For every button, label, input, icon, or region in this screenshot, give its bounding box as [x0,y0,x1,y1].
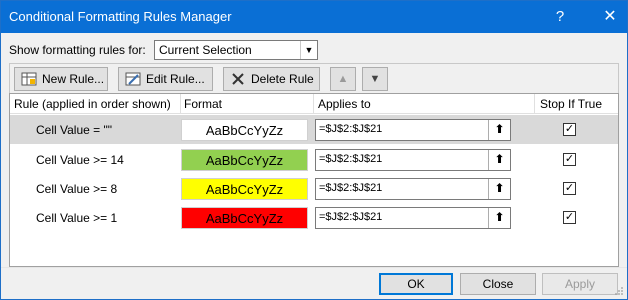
header-divider [180,94,181,114]
rules-toolbar: New Rule... Edit Rule... Delete Rule ▲ ▼ [9,63,619,93]
header-format[interactable]: Format [184,97,222,111]
format-preview: AaBbCcYyZz [181,119,308,141]
collapse-dialog-icon[interactable]: ⬆ [488,150,510,170]
edit-rule-label: Edit Rule... [146,72,205,86]
header-divider [534,94,535,114]
delete-rule-button[interactable]: Delete Rule [223,67,320,91]
window-title: Conditional Formatting Rules Manager [9,9,232,24]
rule-row[interactable]: Cell Value >= 14 AaBbCcYyZz =$J$2:$J$21 … [10,145,618,174]
applies-to-value: =$J$2:$J$21 [319,211,383,223]
rule-row[interactable]: Cell Value = "" AaBbCcYyZz =$J$2:$J$21 ⬆… [10,115,618,144]
show-rules-dropdown[interactable]: Current Selection ▼ [154,40,318,60]
stop-if-true-checkbox[interactable]: ✓ [563,211,576,224]
chevron-down-icon[interactable]: ▼ [300,41,317,59]
stop-if-true-checkbox[interactable]: ✓ [563,182,576,195]
move-down-button[interactable]: ▼ [362,67,388,91]
delete-icon [232,73,244,85]
rule-row[interactable]: Cell Value >= 1 AaBbCcYyZz =$J$2:$J$21 ⬆… [10,203,618,232]
new-rule-icon [21,72,37,86]
applies-to-value: =$J$2:$J$21 [319,153,383,165]
applies-to-value: =$J$2:$J$21 [319,123,383,135]
new-rule-button[interactable]: New Rule... [14,67,108,91]
show-rules-value: Current Selection [159,43,252,57]
rules-manager-dialog: Conditional Formatting Rules Manager ? ✕… [0,0,628,300]
format-preview: AaBbCcYyZz [181,149,308,171]
edit-rule-icon [125,72,141,86]
help-button[interactable]: ? [543,1,577,33]
applies-to-field[interactable]: =$J$2:$J$21 ⬆ [315,149,511,171]
rule-condition: Cell Value >= 1 [36,211,118,225]
collapse-dialog-icon[interactable]: ⬆ [488,120,510,140]
rule-condition: Cell Value >= 14 [36,153,124,167]
ok-button[interactable]: OK [379,273,453,295]
format-preview: AaBbCcYyZz [181,207,308,229]
header-rule[interactable]: Rule (applied in order shown) [14,97,171,111]
footer-divider [1,267,627,268]
grid-header: Rule (applied in order shown) Format App… [10,94,618,114]
show-rules-label: Show formatting rules for: [9,43,146,57]
header-divider [313,94,314,114]
stop-if-true-checkbox[interactable]: ✓ [563,153,576,166]
header-stop-if-true[interactable]: Stop If True [540,97,602,111]
format-preview: AaBbCcYyZz [181,178,308,200]
title-bar[interactable]: Conditional Formatting Rules Manager ? ✕ [1,1,627,33]
applies-to-field[interactable]: =$J$2:$J$21 ⬆ [315,119,511,141]
move-up-button[interactable]: ▲ [330,67,356,91]
rule-condition: Cell Value = "" [36,123,113,137]
delete-rule-label: Delete Rule [251,72,314,86]
header-applies-to[interactable]: Applies to [318,97,371,111]
edit-rule-button[interactable]: Edit Rule... [118,67,213,91]
stop-if-true-checkbox[interactable]: ✓ [563,123,576,136]
close-window-button[interactable]: ✕ [593,1,627,33]
rule-row[interactable]: Cell Value >= 8 AaBbCcYyZz =$J$2:$J$21 ⬆… [10,174,618,203]
close-button[interactable]: Close [460,273,536,295]
new-rule-label: New Rule... [42,72,105,86]
rule-condition: Cell Value >= 8 [36,182,118,196]
applies-to-field[interactable]: =$J$2:$J$21 ⬆ [315,207,511,229]
applies-to-field[interactable]: =$J$2:$J$21 ⬆ [315,178,511,200]
apply-button[interactable]: Apply [542,273,618,295]
applies-to-value: =$J$2:$J$21 [319,182,383,194]
collapse-dialog-icon[interactable]: ⬆ [488,179,510,199]
rules-grid: Rule (applied in order shown) Format App… [9,93,619,267]
resize-grip-icon[interactable] [614,286,624,296]
collapse-dialog-icon[interactable]: ⬆ [488,208,510,228]
